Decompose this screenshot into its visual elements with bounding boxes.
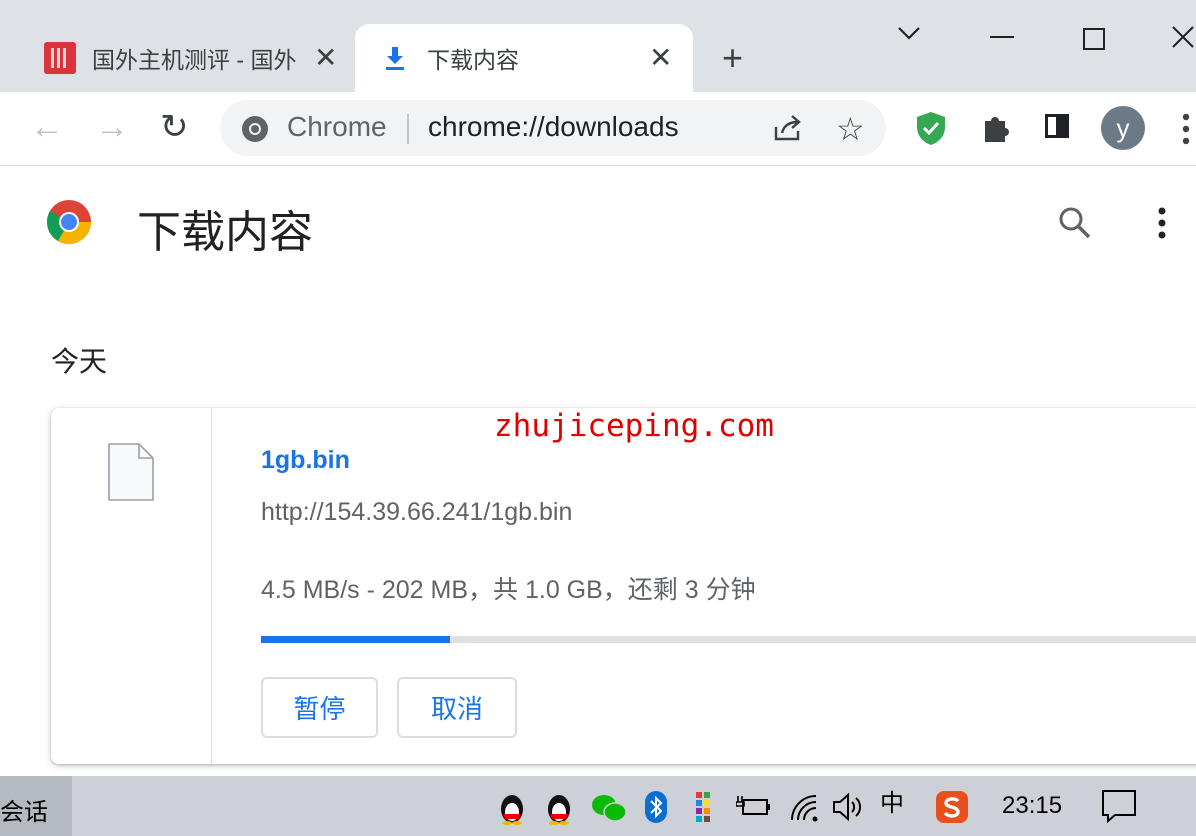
bookmark-star-icon[interactable]: ☆ [836, 110, 865, 148]
minimize-button[interactable] [990, 36, 1014, 38]
tab-search-chevron-icon[interactable] [896, 20, 922, 48]
reload-button[interactable]: ↻ [160, 110, 189, 144]
tab-zhujiceping[interactable]: 国外主机测评 - 国外 ✕ [30, 24, 355, 92]
new-tab-button[interactable]: + [722, 40, 743, 76]
download-icon [386, 47, 404, 70]
search-icon[interactable] [1058, 206, 1092, 240]
forward-button[interactable]: → [95, 110, 129, 144]
profile-avatar[interactable]: y [1101, 106, 1145, 150]
share-icon[interactable] [772, 113, 804, 148]
menu-kebab-icon[interactable] [1181, 113, 1191, 152]
tab-downloads[interactable]: 下载内容 ✕ [355, 24, 693, 92]
page-menu-kebab-icon[interactable] [1156, 206, 1168, 240]
tab-title: 下载内容 [427, 47, 519, 73]
site-favicon-icon [44, 42, 76, 74]
download-status-text: 4.5 MB/s - 202 MB，共 1.0 GB，还剩 3 分钟 [261, 576, 756, 604]
close-window-button[interactable] [1170, 24, 1196, 55]
omnibox-chip-label: Chrome [287, 111, 387, 142]
pause-button[interactable]: 暂停 [261, 677, 378, 738]
close-tab-icon[interactable]: ✕ [314, 44, 337, 72]
wifi-icon[interactable] [790, 794, 820, 822]
battery-charging-icon[interactable] [736, 794, 770, 820]
ime-indicator[interactable]: 中 [880, 792, 904, 816]
watermark-text: zhujiceping.com [494, 408, 774, 444]
color-grid-app-icon[interactable] [696, 792, 712, 822]
card-divider [211, 408, 212, 764]
chrome-site-icon [242, 116, 268, 142]
sogou-ime-icon[interactable] [936, 791, 968, 823]
qq-penguin-icon[interactable] [545, 791, 573, 825]
download-progress-fill [261, 636, 450, 643]
taskbar-app-label: 会话 [0, 799, 48, 826]
date-section-heading: 今天 [51, 346, 108, 377]
cancel-button[interactable]: 取消 [397, 677, 517, 738]
close-tab-icon[interactable]: ✕ [649, 44, 672, 72]
download-progress-bar [261, 636, 1196, 643]
file-name-link[interactable]: 1gb.bin [261, 446, 350, 475]
side-panel-icon[interactable] [1045, 114, 1069, 138]
volume-icon[interactable] [832, 792, 864, 822]
notification-center-icon[interactable] [1101, 789, 1137, 823]
bluetooth-icon[interactable] [644, 790, 668, 824]
tab-title: 国外主机测评 - 国外 [92, 47, 297, 73]
back-button[interactable]: ← [30, 110, 64, 144]
shield-extension-icon[interactable] [914, 110, 948, 146]
maximize-button[interactable] [1083, 28, 1105, 50]
wechat-icon[interactable] [591, 793, 627, 823]
chrome-logo-icon [47, 200, 91, 244]
url-text[interactable]: chrome://downloads [428, 111, 679, 143]
file-icon [108, 443, 154, 501]
page-title: 下载内容 [137, 208, 313, 257]
omnibox-separator [407, 114, 409, 144]
file-source-url: http://154.39.66.241/1gb.bin [261, 498, 573, 526]
extensions-puzzle-icon[interactable] [980, 112, 1012, 144]
clock[interactable]: 23:15 [1002, 792, 1062, 820]
qq-penguin-icon[interactable] [498, 791, 526, 825]
